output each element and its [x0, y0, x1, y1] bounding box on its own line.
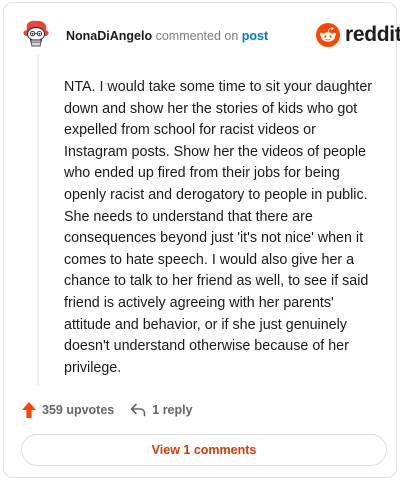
reply-count: 1 reply — [152, 403, 193, 417]
comment-header: NonaDiAngelo commented on post — [66, 28, 268, 44]
comment-body: NTA. I would take some time to sit your … — [64, 79, 373, 376]
comment-card: NonaDiAngelo commented on post reddit NT… — [3, 2, 400, 478]
post-link[interactable]: post — [242, 29, 268, 43]
username[interactable]: NonaDiAngelo — [66, 29, 152, 43]
upvote-button[interactable]: 359 upvotes — [22, 402, 114, 418]
comment-meta-text: commented on — [155, 29, 239, 43]
reddit-wordmark: reddit — [345, 23, 400, 46]
reply-arrow-icon — [130, 403, 146, 417]
reddit-logo-icon — [316, 23, 340, 47]
view-comments-button[interactable]: View 1 comments — [21, 434, 387, 466]
upvote-arrow-icon — [22, 402, 36, 418]
thread-line[interactable] — [37, 55, 39, 385]
view-comments-label: View 1 comments — [151, 443, 257, 457]
upvote-count: 359 upvotes — [42, 403, 115, 417]
comment-actions: 359 upvotes 1 reply — [22, 399, 193, 421]
snoo-avatar-icon — [23, 20, 49, 47]
reply-button[interactable]: 1 reply — [130, 403, 193, 417]
reddit-brand[interactable]: reddit — [316, 23, 400, 47]
user-avatar[interactable] — [21, 19, 51, 49]
